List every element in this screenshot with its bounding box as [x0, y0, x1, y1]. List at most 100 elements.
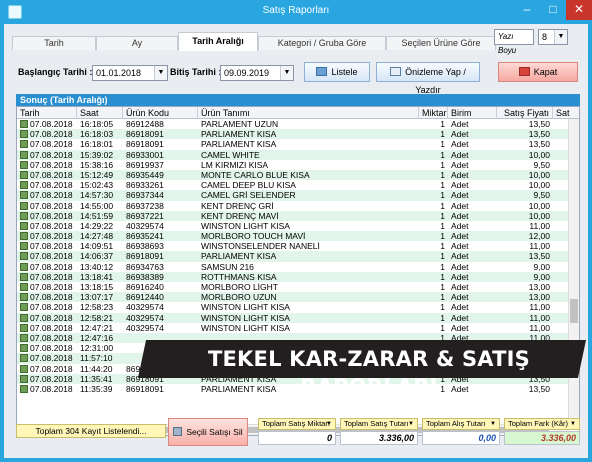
font-size-select[interactable]: 8 ▼: [538, 29, 568, 45]
table-cell: 11:35:41: [80, 373, 113, 384]
receipt-icon: [20, 160, 28, 169]
table-cell: 86935241: [126, 231, 164, 242]
table-row[interactable]: 07.08.2018 14:27:48 86935241 MORLBORO TOUCH…: [17, 231, 569, 242]
end-date-picker[interactable]: 09.09.2019 ▼: [220, 65, 294, 81]
table-row[interactable]: 07.08.2018 14:06:37 86918091 PARLIAMENT KIS…: [17, 251, 569, 262]
receipt-icon: [20, 303, 28, 312]
table-cell: 14:57:30: [80, 190, 114, 201]
table-cell: 16:18:05: [80, 119, 114, 129]
table-cell: 07.08.2018: [30, 149, 73, 160]
table-cell: 07.08.2018: [30, 271, 73, 282]
col-time[interactable]: Saat: [77, 107, 123, 119]
receipt-icon: [20, 374, 28, 383]
total-sales-quantity[interactable]: Toplam Satış Miktarı ▼ 0: [258, 418, 336, 446]
col-quantity[interactable]: Miktar: [419, 107, 448, 119]
table-cell: 11,00: [529, 241, 550, 252]
table-cell: 07.08.2018: [30, 353, 73, 364]
table-cell: Adet: [451, 220, 469, 231]
table-row[interactable]: 07.08.2018 15:12:49 86935449 MONTE CARLO BL…: [17, 169, 569, 181]
total-sales-amount[interactable]: Toplam Satış Tutarı ▼ 3.336,00: [340, 418, 418, 446]
start-date-picker[interactable]: 01.01.2018 ▼: [92, 65, 168, 81]
table-cell: 13:18:41: [80, 271, 114, 282]
table-cell: 86919937: [126, 159, 164, 170]
table-row[interactable]: 07.08.2018 14:29:22 40329574 WINSTON LIGHT …: [17, 221, 569, 231]
table-row[interactable]: 07.08.2018 12:47:21 40329574 WINSTON LIGHT …: [17, 323, 569, 333]
col-product-code[interactable]: Ürün Kodu: [123, 107, 198, 119]
table-row[interactable]: 07.08.2018 13:18:41 86938389 ROTTHMANS KISA…: [17, 271, 569, 282]
table-cell: 1: [440, 271, 445, 282]
table-cell: 12:47:16: [80, 332, 114, 343]
table-row[interactable]: 07.08.2018 14:55:00 86937238 KENT DRENÇ GRİ…: [17, 201, 569, 211]
delete-selected-button[interactable]: Seçili Satışı Sil: [168, 418, 248, 446]
table-row[interactable]: 07.08.2018 16:18:05 86912488 PARLAMENT UZUN…: [17, 119, 569, 129]
table-cell: 13:18:15: [80, 282, 114, 292]
table-row[interactable]: 07.08.2018 16:18:03 86918091 PARLIAMENT KIS…: [17, 129, 569, 140]
table-row[interactable]: 07.08.2018 15:02:43 86933261 CAMEL DEEP BLU…: [17, 180, 569, 190]
table-row[interactable]: 07.08.2018 13:40:12 86934763 SAMSUN 216 1 Ade…: [17, 262, 569, 272]
table-cell: MONTE CARLO BLUE KISA: [201, 169, 310, 180]
col-date[interactable]: Tarih: [17, 107, 77, 119]
table-cell: 86912488: [126, 119, 164, 129]
scroll-thumb[interactable]: [570, 299, 578, 323]
total-purchase-amount[interactable]: Toplam Alış Tutarı ▼ 0,00: [422, 418, 500, 446]
preview-print-button[interactable]: Önizleme Yap / Yazdır: [376, 62, 480, 95]
tab-date[interactable]: Tarih: [12, 36, 96, 50]
minimize-button[interactable]: –: [514, 0, 540, 20]
table-cell: CAMEL DEEP BLU KISA: [201, 180, 296, 191]
col-unit[interactable]: Birim: [448, 107, 497, 119]
col-product-name[interactable]: Ürün Tanımı: [198, 107, 419, 119]
table-cell: 1: [440, 159, 445, 170]
table-cell: 86938389: [126, 271, 164, 282]
tab-month[interactable]: Ay: [96, 36, 178, 50]
maximize-button[interactable]: □: [540, 0, 566, 20]
col-sat[interactable]: Sat: [553, 107, 579, 119]
table-row[interactable]: 07.08.2018 15:38:16 86919937 LM KIRMIZI KIS…: [17, 160, 569, 170]
table-cell: 07.08.2018: [30, 251, 73, 262]
tab-date-range[interactable]: Tarih Aralığı: [178, 32, 258, 51]
table-row[interactable]: 07.08.2018 12:58:23 40329574 WINSTON LIGHT …: [17, 302, 569, 312]
table-row[interactable]: 07.08.2018 16:18:01 86918091 PARLIAMENT KIS…: [17, 139, 569, 149]
table-cell: 07.08.2018: [30, 129, 73, 140]
tab-category-group[interactable]: Kategori / Gruba Göre: [258, 36, 386, 50]
table-cell: 14:51:59: [80, 210, 114, 221]
chevron-down-icon: ▼: [490, 421, 496, 427]
receipt-icon: [20, 384, 28, 393]
table-row[interactable]: 07.08.2018 13:07:17 86912440 MORLBORO UZUN 1…: [17, 292, 569, 303]
table-cell: 14:09:51: [80, 241, 114, 252]
table-cell: 13:40:12: [80, 261, 114, 272]
table-cell: 12:31:00: [80, 343, 114, 354]
table-cell: KENT DRENÇ GRİ: [201, 200, 274, 211]
table-cell: 1: [440, 149, 445, 160]
table-cell: 11,00: [529, 220, 550, 231]
total-profit[interactable]: Toplam Fark (Kâr) ▼ 3.336,00: [504, 418, 580, 446]
table-cell: 16:18:03: [80, 129, 114, 140]
receipt-icon: [20, 262, 28, 271]
receipt-icon: [20, 364, 28, 373]
font-size-label: Yazı Boyu: [494, 29, 534, 55]
table-row[interactable]: 07.08.2018 14:09:51 86938693 WINSTONSELENDE…: [17, 241, 569, 251]
tab-selected-product[interactable]: Seçilen Ürüne Göre: [386, 36, 496, 50]
table-cell: Adet: [451, 119, 469, 129]
table-cell: Adet: [451, 261, 469, 272]
table-cell: 1: [440, 261, 445, 272]
close-button[interactable]: Kapat: [498, 62, 578, 82]
table-row[interactable]: 07.08.2018 14:57:30 86937344 CAMEL GRİ SELE…: [17, 190, 569, 201]
table-cell: 86918091: [126, 251, 164, 262]
close-window-button[interactable]: ✕: [566, 0, 592, 20]
table-row[interactable]: 07.08.2018 15:39:02 86933001 CAMEL WHITE 1 Ad…: [17, 149, 569, 160]
col-sale-price[interactable]: Satış Fiyatı: [497, 107, 553, 119]
table-cell: 86935449: [126, 169, 164, 180]
list-button[interactable]: Listele: [304, 62, 370, 82]
table-cell: 13,50: [528, 119, 550, 129]
table-cell: 86916240: [126, 282, 164, 292]
table-cell: 13,50: [528, 251, 550, 262]
table-cell: Adet: [451, 322, 469, 333]
table-cell: 13,00: [528, 282, 550, 292]
table-cell: 07.08.2018: [30, 343, 73, 354]
table-row[interactable]: 07.08.2018 14:51:59 86937221 KENT DRENÇ MAV…: [17, 210, 569, 221]
table-cell: 9,00: [533, 261, 550, 272]
table-row[interactable]: 07.08.2018 12:58:21 40329574 WINSTON LIGHT …: [17, 312, 569, 323]
table-cell: 07.08.2018: [30, 220, 73, 231]
table-row[interactable]: 07.08.2018 13:18:15 86916240 MORLBORO LİGHT…: [17, 282, 569, 292]
table-cell: Adet: [451, 210, 469, 221]
